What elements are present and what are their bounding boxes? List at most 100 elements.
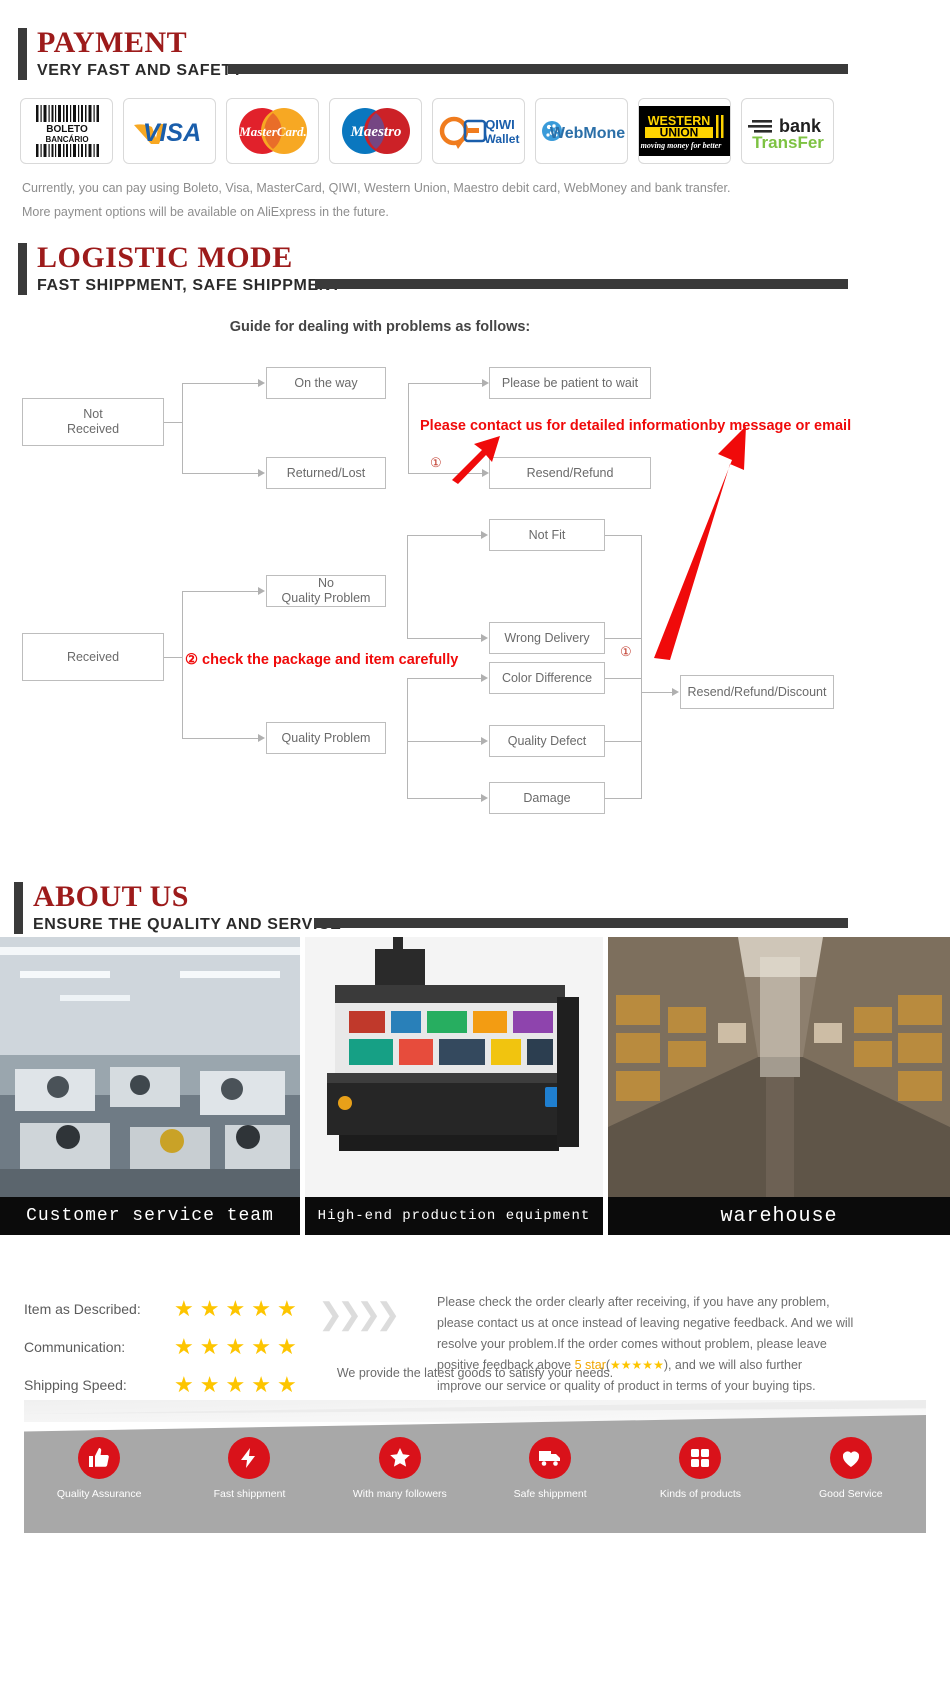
star-icon — [378, 1437, 421, 1479]
flow-connector — [407, 535, 408, 638]
flow-connector — [407, 798, 483, 799]
flow-arrow — [481, 674, 488, 682]
payment-header-rule — [228, 64, 848, 74]
western-union-logo: WESTERN UNION moving money for better — [639, 106, 730, 156]
flow-box-resend-refund: Resend/Refund — [489, 457, 651, 489]
footer-item-kinds-of-products[interactable]: Kinds of products — [625, 1437, 775, 1500]
red-arrow-icon-small — [452, 436, 500, 484]
flow-note-check-package: ② check the package and item carefully — [185, 652, 459, 668]
rating-label: Communication: — [24, 1339, 126, 1355]
flow-box-resend-refund-discount: Resend/Refund/Discount — [680, 675, 834, 709]
lightning-bolt-icon — [228, 1437, 271, 1479]
caption-customer-service-team: Customer service team — [0, 1197, 300, 1235]
webmoney-logo: WebMoney — [541, 121, 625, 142]
footer-item-fast-shippment[interactable]: Fast shippment — [174, 1437, 324, 1500]
star-icon: ★ — [199, 1296, 220, 1321]
svg-text:Wallet: Wallet — [484, 132, 519, 146]
flow-box-no-quality-problem: No Quality Problem — [266, 575, 386, 607]
rating-label: Item as Described: — [24, 1301, 141, 1317]
footer-item-with-many-followers[interactable]: With many followers — [325, 1437, 475, 1500]
flow-marker-1-top: ① — [430, 455, 442, 470]
flow-connector — [182, 473, 260, 474]
chevron-group-icon: ❯ ❯ ❯ ❯ — [318, 1298, 401, 1331]
svg-text:Maestro: Maestro — [349, 124, 401, 140]
logistic-flowchart: Not Received On the way Returned/Lost Pl… — [0, 350, 950, 840]
star-icon: ★ — [199, 1334, 220, 1359]
chevron-right-icon: ❯ — [375, 1298, 401, 1331]
photo-customer-service-team — [0, 937, 300, 1197]
uv-printer-photo — [305, 937, 603, 1197]
payment-subtitle: VERY FAST AND SAFETY — [37, 61, 244, 79]
flow-connector — [407, 678, 408, 798]
payment-note-line-1: Currently, you can pay using Boleto, Vis… — [22, 181, 731, 195]
svg-text:BOLETO: BOLETO — [46, 124, 88, 135]
feedback-note: Please check the order clearly after rec… — [437, 1292, 857, 1397]
rating-row-communication: Communication: ★ ★ ★ ★ ★ — [24, 1328, 444, 1366]
maestro-logo: Maestro — [341, 108, 410, 154]
svg-text:MasterCard.: MasterCard. — [238, 124, 307, 139]
payment-method-qiwi[interactable]: QIWI Wallet — [432, 98, 525, 164]
logistic-section-header: LOGISTIC MODE FAST SHIPPMENT, SAFE SHIPP… — [18, 242, 341, 295]
feedback-line-1: Please check the order clearly after rec… — [437, 1295, 830, 1309]
grid-products-icon — [679, 1437, 722, 1479]
payment-method-bank-transfer[interactable]: bank TransFer — [741, 98, 834, 164]
star-icon: ★ — [174, 1334, 194, 1359]
flow-arrow — [258, 734, 265, 742]
flow-box-not-received: Not Received — [22, 398, 164, 446]
footer-item-quality-assurance[interactable]: Quality Assurance — [24, 1437, 174, 1500]
flow-connector — [605, 741, 642, 742]
star-icon: ★ — [276, 1334, 297, 1359]
section-accent-bar — [14, 882, 23, 934]
flow-connector — [407, 678, 483, 679]
flow-connector — [182, 738, 260, 739]
tagline: We provide the latest goods to satisfy y… — [336, 1366, 614, 1380]
flow-connector — [605, 535, 642, 536]
payment-method-western-union[interactable]: WESTERN UNION moving money for better — [638, 98, 731, 164]
footer-item-label: Quality Assurance — [56, 1488, 142, 1500]
payment-method-boleto[interactable]: BOLETO BANCÁRIO — [20, 98, 113, 164]
flow-connector — [408, 383, 484, 384]
footer-item-safe-shippment[interactable]: Safe shippment — [475, 1437, 625, 1500]
qiwi-wallet-logo: QIWI Wallet — [439, 116, 519, 149]
photo-captions: Customer service team High-end productio… — [0, 1197, 950, 1235]
red-arrow-icon-large — [654, 426, 746, 660]
caption-production-equipment: High-end production equipment — [305, 1197, 603, 1235]
payment-method-maestro[interactable]: Maestro — [329, 98, 422, 164]
about-title: ABOUT US — [33, 879, 189, 913]
star-icon: ★ — [174, 1296, 194, 1321]
flow-box-damage: Damage — [489, 782, 605, 814]
caption-warehouse: warehouse — [608, 1197, 950, 1235]
flow-box-please-wait: Please be patient to wait — [489, 367, 651, 399]
office-photo — [0, 937, 300, 1197]
flow-connector — [407, 535, 483, 536]
about-subtitle: ENSURE THE QUALITY AND SERVICE — [33, 915, 342, 933]
flow-arrow — [481, 634, 488, 642]
about-photos — [0, 937, 950, 1197]
flow-connector — [641, 535, 642, 798]
about-section-header: ABOUT US ENSURE THE QUALITY AND SERVICE — [14, 879, 342, 934]
star-icon: ★ — [251, 1296, 271, 1321]
svg-text:VISA: VISA — [142, 119, 200, 147]
footer-item-label: Safe shippment — [513, 1488, 587, 1500]
flow-box-quality-defect: Quality Defect — [489, 725, 605, 757]
flow-box-returned-lost: Returned/Lost — [266, 457, 386, 489]
flow-connector — [182, 591, 183, 738]
section-accent-bar — [18, 28, 27, 80]
payment-method-visa[interactable]: VISA — [123, 98, 216, 164]
payment-title: PAYMENT — [37, 25, 188, 59]
footer-item-label: Good Service — [818, 1488, 883, 1500]
payment-method-mastercard[interactable]: MasterCard. — [226, 98, 319, 164]
star-icon: ★ — [251, 1334, 271, 1359]
flow-box-not-fit: Not Fit — [489, 519, 605, 551]
footer-items-row: Quality Assurance Fast shippment With ma… — [24, 1437, 926, 1500]
footer-item-good-service[interactable]: Good Service — [776, 1437, 926, 1500]
flow-arrow — [481, 531, 488, 539]
flow-arrow — [258, 469, 265, 477]
flow-arrow — [481, 794, 488, 802]
payment-method-webmoney[interactable]: WebMoney — [535, 98, 628, 164]
svg-text:QIWI: QIWI — [485, 117, 515, 132]
payment-methods-row: BOLETO BANCÁRIO VISA MasterCard. Maestro… — [20, 98, 834, 164]
bank-transfer-logo: bank TransFer — [747, 116, 824, 152]
payment-section-header: PAYMENT VERY FAST AND SAFETY — [18, 25, 244, 80]
star-icon: ★ — [225, 1296, 246, 1321]
